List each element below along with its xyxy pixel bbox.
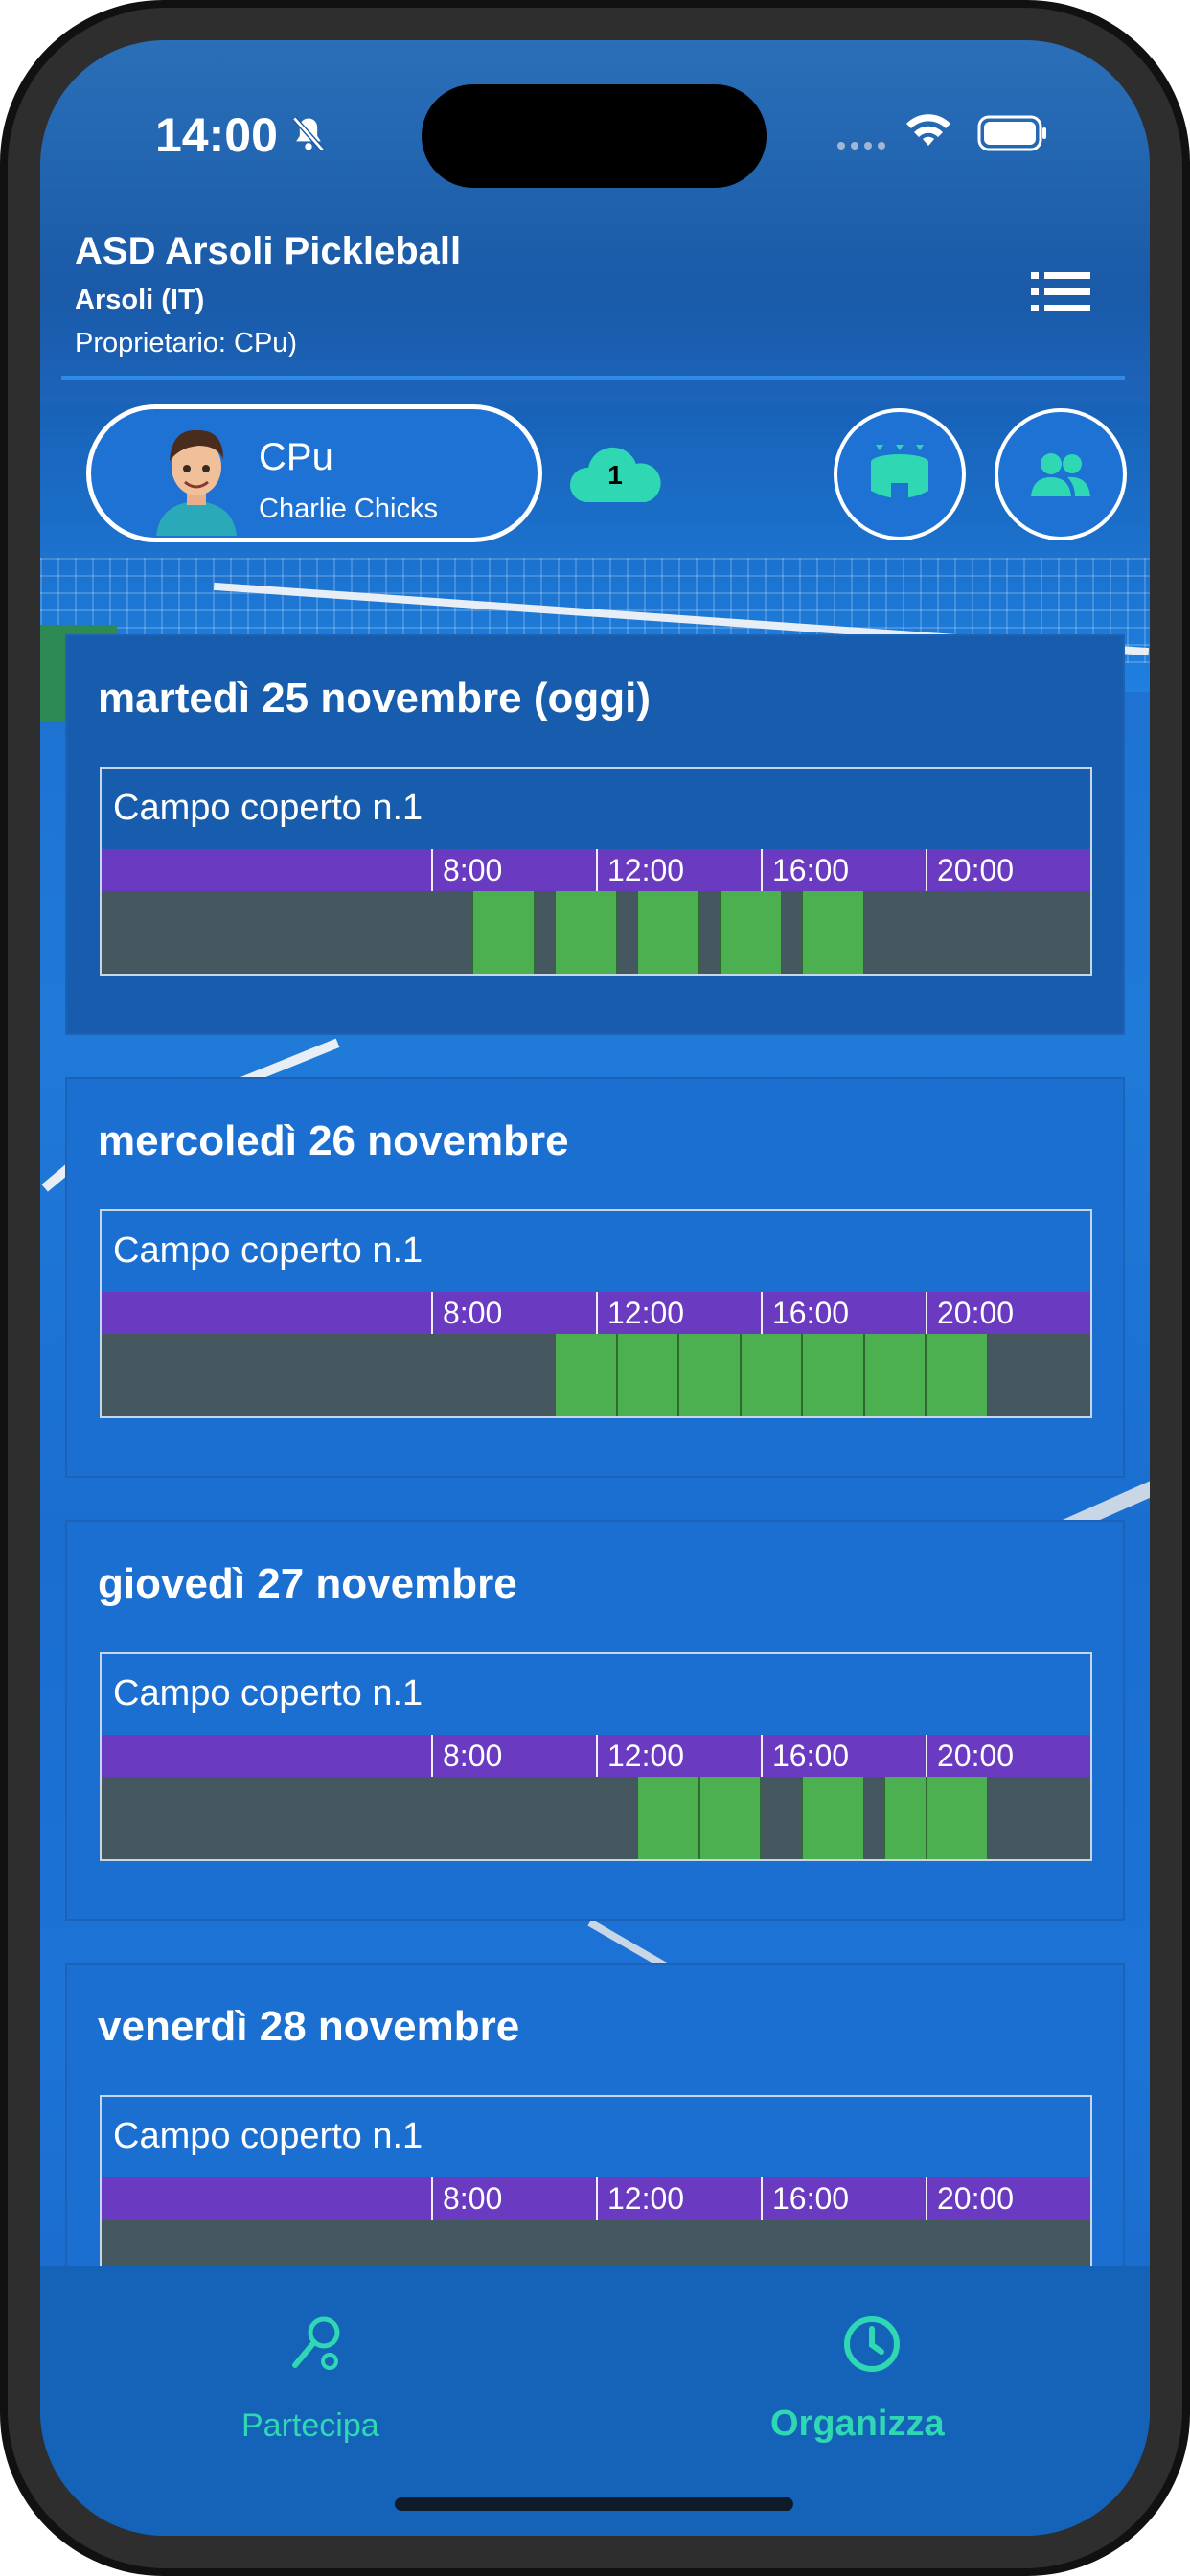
booked-slot[interactable] [616,1334,678,1416]
booked-slot[interactable] [926,1334,988,1416]
slot-track[interactable] [102,1334,1090,1416]
slot-track[interactable] [102,1777,1090,1859]
booked-slot[interactable] [637,1777,699,1859]
timeline-tick-label: 16:00 [772,2181,850,2216]
timeline-tick [761,849,763,891]
booked-slot[interactable] [472,891,535,974]
timeline-tick [926,1735,927,1777]
timeline-tick [926,1292,927,1334]
app-screen: 14:00 ASD Arsoli Pickleball Arsoli (IT) [40,40,1150,2536]
timeline-tick-label: 8:00 [443,853,503,887]
timeline-tick [431,2177,433,2220]
booked-slot[interactable] [802,1334,864,1416]
booked-slot[interactable] [863,1334,926,1416]
timeline-tick-label: 20:00 [937,853,1015,887]
user-short-name: CPu [259,436,333,478]
court-name: Campo coperto n.1 [113,1673,423,1714]
booked-slot[interactable] [740,1334,802,1416]
timeline-tick [431,1735,433,1777]
timeline-band: 8:00 12:00 16:00 20:00 [102,1735,1090,1777]
phone-frame: 14:00 ASD Arsoli Pickleball Arsoli (IT) [0,0,1190,2576]
court-schedule: Campo coperto n.1 8:00 12:00 16:00 20:00 [100,1652,1092,1861]
list-menu-icon[interactable] [1031,268,1090,316]
stadium-icon [871,445,928,500]
day-title: venerdì 28 novembre [98,2003,520,2050]
tab-bar: Partecipa Organizza [40,2266,1150,2536]
day-card: mercoledì 26 novembre Campo coperto n.1 … [65,1077,1125,1478]
booked-slot[interactable] [720,891,782,974]
court-name: Campo coperto n.1 [113,788,423,828]
slot-track[interactable] [102,891,1090,974]
clock-icon[interactable] [841,2313,903,2375]
day-card: giovedì 27 novembre Campo coperto n.1 8:… [65,1520,1125,1920]
user-profile-button[interactable]: CPu Charlie Chicks [86,404,542,542]
timeline-band: 8:00 12:00 16:00 20:00 [102,849,1090,891]
timeline-tick [596,2177,598,2220]
status-time: 14:00 [155,108,278,162]
booked-slot[interactable] [698,1777,761,1859]
timeline-tick [596,1292,598,1334]
booked-slot[interactable] [637,891,699,974]
day-title: martedì 25 novembre (oggi) [98,675,652,722]
timeline-tick-label: 8:00 [443,1296,503,1330]
timeline-tick-label: 12:00 [607,853,685,887]
day-title: mercoledì 26 novembre [98,1117,569,1164]
timeline-tick [596,1735,598,1777]
court-schedule: Campo coperto n.1 8:00 12:00 16:00 20:00 [100,767,1092,976]
cloud-badge-count: 1 [607,460,623,490]
timeline-tick [926,2177,927,2220]
day-card: martedì 25 novembre (oggi) Campo coperto… [65,634,1125,1035]
dynamic-island [422,84,767,188]
club-name: ASD Arsoli Pickleball [75,230,462,272]
tab-partecipa[interactable]: Partecipa [241,2407,379,2445]
bell-slash-icon [292,116,325,152]
timeline-tick-label: 16:00 [772,1738,850,1773]
timeline-tick-label: 20:00 [937,1296,1015,1330]
timeline-tick [761,1735,763,1777]
battery-icon [977,115,1046,151]
timeline-tick-label: 12:00 [607,1296,685,1330]
court-name: Campo coperto n.1 [113,1230,423,1271]
booked-slot[interactable] [678,1334,741,1416]
timeline-tick [596,849,598,891]
timeline-tick-label: 12:00 [607,2181,685,2216]
players-button[interactable] [995,408,1127,540]
avatar [156,429,237,536]
timeline-tick [431,1292,433,1334]
signal-icon [837,142,885,150]
timeline-tick [761,1292,763,1334]
home-indicator [395,2497,793,2511]
timeline-tick-label: 16:00 [772,853,850,887]
racket-icon[interactable] [287,2312,349,2373]
user-full-name: Charlie Chicks [259,494,438,524]
booked-slot[interactable] [802,1777,864,1859]
booked-slot[interactable] [555,1334,617,1416]
stadium-button[interactable] [834,408,966,540]
timeline-tick-label: 12:00 [607,1738,685,1773]
timeline-tick [926,849,927,891]
court-schedule: Campo coperto n.1 8:00 12:00 16:00 20:00 [100,1209,1092,1418]
court-name: Campo coperto n.1 [113,2116,423,2156]
timeline-tick-label: 16:00 [772,1296,850,1330]
timeline-tick-label: 20:00 [937,2181,1015,2216]
booked-slot[interactable] [926,1777,988,1859]
timeline-tick [431,849,433,891]
people-icon [1031,453,1090,496]
timeline-band: 8:00 12:00 16:00 20:00 [102,1292,1090,1334]
timeline-tick [761,2177,763,2220]
timeline-tick-label: 8:00 [443,1738,503,1773]
club-city: Arsoli (IT) [75,285,205,315]
timeline-tick-label: 8:00 [443,2181,503,2216]
timeline-tick-label: 20:00 [937,1738,1015,1773]
booked-slot[interactable] [802,891,864,974]
day-title: giovedì 27 novembre [98,1560,517,1607]
tab-organizza[interactable]: Organizza [770,2404,945,2445]
club-owner: Proprietario: CPu) [75,328,298,358]
timeline-band: 8:00 12:00 16:00 20:00 [102,2177,1090,2220]
wifi-icon [906,114,950,146]
booked-slot[interactable] [555,891,617,974]
header-divider [61,376,1125,380]
